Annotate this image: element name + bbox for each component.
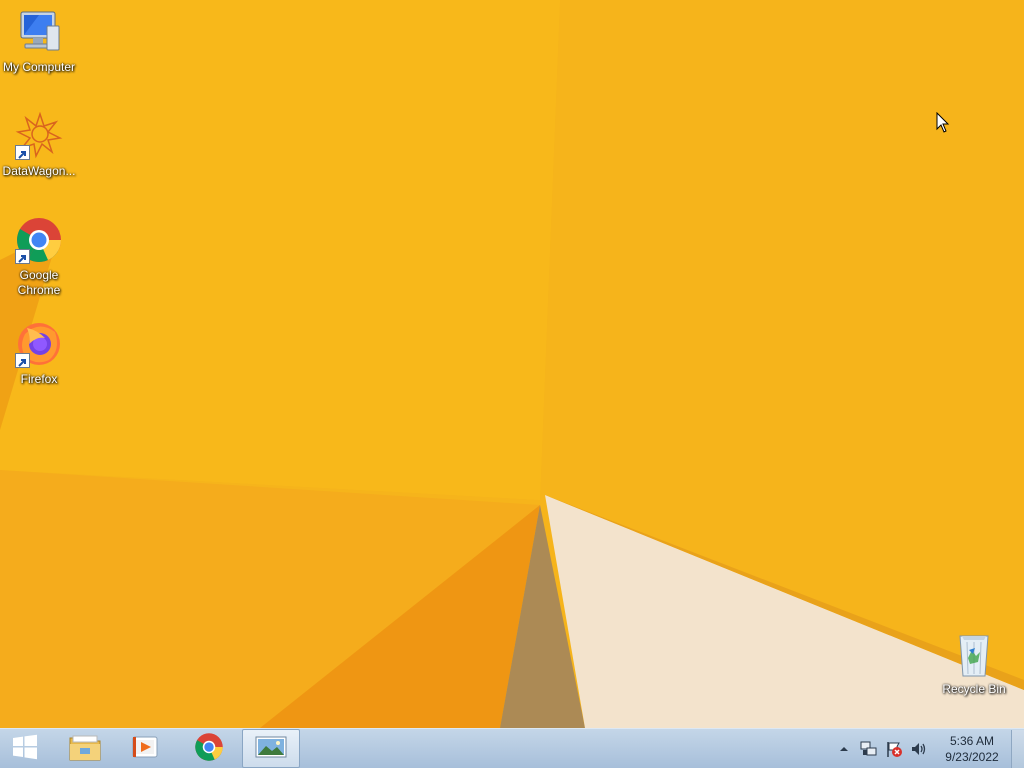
wallpaper xyxy=(0,0,1024,728)
desktop-icon-my-computer[interactable]: My Computer xyxy=(0,8,78,75)
shortcut-arrow-icon xyxy=(15,353,30,368)
recycle-bin-icon xyxy=(950,630,998,678)
system-tray: 5:36 AM 9/23/2022 xyxy=(835,729,1024,768)
desktop-icon-label: My Computer xyxy=(2,60,76,74)
shortcut-arrow-icon xyxy=(15,145,30,160)
chrome-icon xyxy=(194,732,224,766)
firefox-icon xyxy=(15,320,63,368)
desktop-icon-firefox[interactable]: Firefox xyxy=(0,320,78,387)
desktop-icon-label: DataWagon... xyxy=(2,164,76,178)
taskbar-clock[interactable]: 5:36 AM 9/23/2022 xyxy=(937,733,1007,765)
shortcut-arrow-icon xyxy=(15,249,30,264)
file-explorer-icon xyxy=(68,732,102,766)
clock-time: 5:36 AM xyxy=(949,733,995,748)
taskbar-chrome-button[interactable] xyxy=(178,729,240,768)
computer-icon xyxy=(15,8,63,56)
taskbar-photo-viewer-button[interactable] xyxy=(242,729,300,768)
desktop-icon-google-chrome[interactable]: Google Chrome xyxy=(0,216,78,298)
desktop-icon-label: Recycle Bin xyxy=(942,682,1006,696)
show-desktop-button[interactable] xyxy=(1011,729,1024,768)
desktop-icon-label: Firefox xyxy=(20,372,58,386)
datawagon-icon xyxy=(15,111,63,160)
photo-viewer-icon xyxy=(255,734,287,764)
volume-icon[interactable] xyxy=(910,740,928,758)
taskbar: 5:36 AM 9/23/2022 xyxy=(0,728,1024,768)
mouse-cursor-icon xyxy=(936,112,950,133)
clock-date: 9/23/2022 xyxy=(945,749,999,764)
media-player-icon xyxy=(130,732,160,766)
network-icon[interactable] xyxy=(860,740,878,758)
start-button[interactable] xyxy=(0,729,50,768)
taskbar-file-explorer-button[interactable] xyxy=(56,729,114,768)
windows-logo-icon xyxy=(12,734,38,764)
desktop-icon-label: Google Chrome xyxy=(17,268,61,297)
desktop-icon-datawagon[interactable]: DataWagon... xyxy=(0,111,78,179)
action-center-flag-icon[interactable] xyxy=(885,740,903,758)
show-hidden-icons-chevron-icon[interactable] xyxy=(835,740,853,758)
desktop-icon-recycle-bin[interactable]: Recycle Bin xyxy=(935,630,1013,697)
chrome-icon xyxy=(15,216,63,264)
taskbar-media-player-button[interactable] xyxy=(116,729,174,768)
desktop[interactable]: My Computer DataWagon... Google Chrome F… xyxy=(0,0,1024,728)
